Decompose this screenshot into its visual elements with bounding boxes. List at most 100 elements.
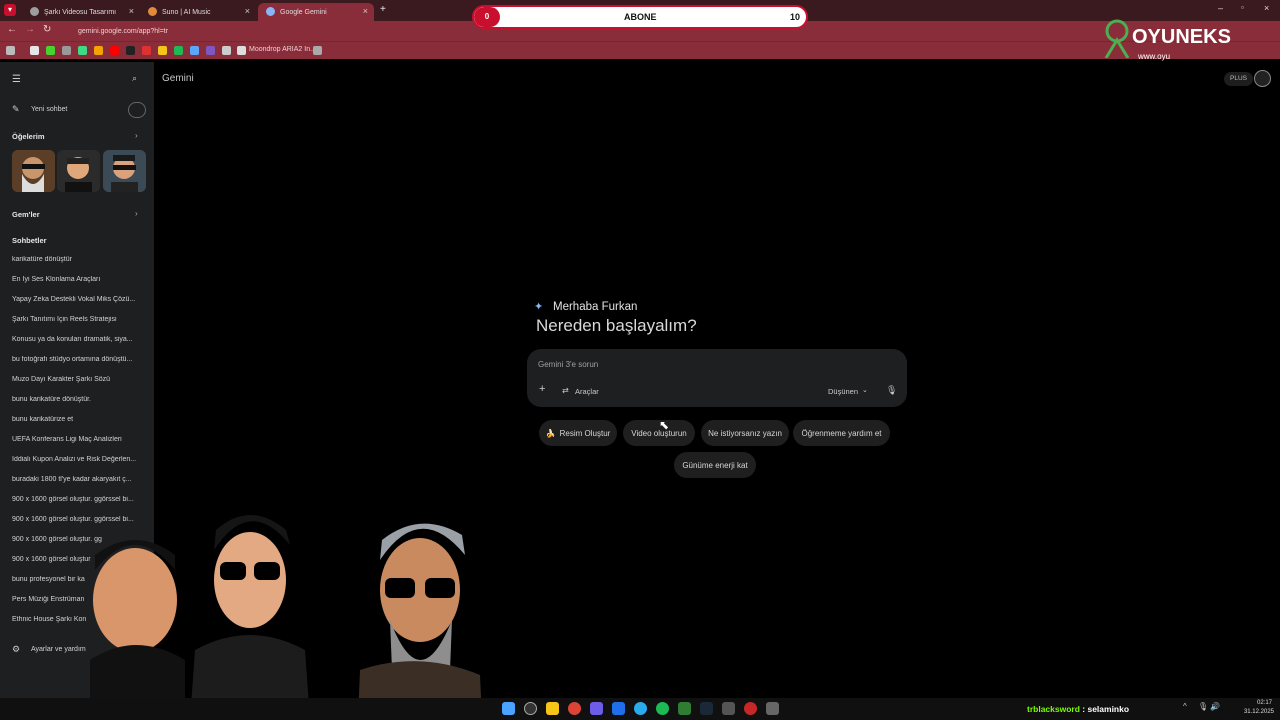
- bookmark-icon[interactable]: [222, 46, 231, 55]
- goal-target: 10: [790, 12, 801, 22]
- close-window-button[interactable]: ×: [1264, 3, 1269, 13]
- close-tab-icon[interactable]: ×: [363, 6, 368, 16]
- youtube-icon[interactable]: [110, 46, 119, 55]
- chat-history-item[interactable]: Konusu ya da konuları dramatik, siya...: [12, 336, 142, 343]
- bookmark-icon[interactable]: [206, 46, 215, 55]
- bookmark-moondrop[interactable]: Moondrop ARIA2 In...: [249, 46, 316, 53]
- bookmark-icon[interactable]: [142, 46, 151, 55]
- item-thumbnail[interactable]: [12, 150, 55, 192]
- chat-history-item[interactable]: Şarkı Tanıtımı İçin Reels Stratejisi: [12, 316, 142, 323]
- bookmark-icon[interactable]: [94, 46, 103, 55]
- bookmark-icon[interactable]: [174, 46, 183, 55]
- app-icon[interactable]: [766, 702, 779, 715]
- tab-suno[interactable]: Suno | AI Music ×: [140, 3, 256, 21]
- apps-icon[interactable]: [6, 46, 15, 55]
- maximize-button[interactable]: ▫: [1241, 3, 1244, 12]
- forward-icon[interactable]: →: [25, 24, 35, 35]
- telegram-icon[interactable]: [634, 702, 647, 715]
- chat-history-item[interactable]: En İyi Ses Klonlama Araçları: [12, 276, 142, 283]
- close-tab-icon[interactable]: ×: [129, 6, 134, 16]
- gems-header[interactable]: Gem'ler: [12, 210, 40, 219]
- chevron-down-icon[interactable]: ⌄: [862, 386, 868, 394]
- chat-history-item[interactable]: UEFA Konferans Ligi Maç Analizleri: [12, 436, 142, 443]
- tools-button[interactable]: Araçlar: [575, 387, 599, 396]
- discord-icon[interactable]: [590, 702, 603, 715]
- bookmark-icon[interactable]: [78, 46, 87, 55]
- mascot-icon: [1104, 19, 1130, 58]
- add-icon[interactable]: +: [539, 383, 545, 395]
- app-icon[interactable]: [612, 702, 625, 715]
- folder-icon[interactable]: [158, 46, 167, 55]
- caricature-image: [57, 150, 100, 192]
- mode-selector[interactable]: Düşünen: [828, 387, 858, 396]
- tray-chevron-icon[interactable]: ^: [1183, 702, 1187, 711]
- url-text: gemini.google.com/app?hl=tr: [78, 27, 169, 35]
- avatar[interactable]: [1254, 70, 1271, 87]
- bookmark-icon[interactable]: [313, 46, 322, 55]
- chat-history-item[interactable]: Yapay Zeka Destekli Vokal Miks Çözü...: [12, 296, 142, 303]
- chat-history-item[interactable]: buradaki 1800 tl'ye kadar akaryakıt ç...: [12, 476, 142, 483]
- chat-username: trblacksword: [1027, 704, 1080, 714]
- chrome-icon[interactable]: [568, 702, 581, 715]
- obs-icon[interactable]: [744, 702, 757, 715]
- bookmark-icon[interactable]: [62, 46, 71, 55]
- tab-sarki-videosu[interactable]: Şarkı Videosu Tasarımı ×: [22, 3, 140, 21]
- clock-date[interactable]: 31.12.2025: [1236, 709, 1274, 715]
- x-icon[interactable]: [126, 46, 135, 55]
- prompt-input[interactable]: Gemini 3'e sorun: [538, 360, 598, 369]
- clock-time[interactable]: 02:17: [1242, 700, 1272, 706]
- chat-history-item[interactable]: İddialı Kupon Analizi ve Risk Değerlen..…: [12, 456, 142, 463]
- app-icon[interactable]: [722, 702, 735, 715]
- chat-history-item[interactable]: bunu karikatüre dönüştür.: [12, 396, 142, 403]
- gmail-icon[interactable]: [30, 46, 39, 55]
- bookmark-icon[interactable]: [190, 46, 199, 55]
- search-icon[interactable]: ⌕: [132, 73, 137, 84]
- spotify-icon[interactable]: [656, 702, 669, 715]
- chevron-right-icon[interactable]: ›: [135, 131, 138, 140]
- close-tab-icon[interactable]: ×: [245, 6, 250, 16]
- brand-logo: OYUNEKS www.oyu: [1102, 18, 1252, 64]
- chevron-right-icon[interactable]: ›: [135, 209, 138, 218]
- minimize-button[interactable]: –: [1218, 3, 1223, 13]
- items-header[interactable]: Öğelerim: [12, 132, 45, 141]
- headline: Nereden başlayalım?: [536, 316, 697, 335]
- chat-history-item[interactable]: Muzo Dayı Karakter Şarkı Sözü: [12, 376, 142, 383]
- chip-label: Ne istiyorsanız yazın: [708, 428, 782, 438]
- moondrop-icon[interactable]: [237, 46, 246, 55]
- item-thumbnail[interactable]: [57, 150, 100, 192]
- tab-google-gemini[interactable]: Google Gemini ×: [258, 3, 374, 21]
- chat-history-item[interactable]: karikatüre dönüştür: [12, 256, 142, 263]
- new-tab-button[interactable]: +: [380, 4, 386, 15]
- file-explorer-icon[interactable]: [546, 702, 559, 715]
- chip-label: Öğrenmeme yardım et: [801, 428, 882, 438]
- caricature-image: [12, 150, 55, 192]
- tab-title: Şarkı Videosu Tasarımı: [44, 8, 117, 16]
- streamer-caricature-overlay: [90, 515, 482, 720]
- steam-icon[interactable]: [700, 702, 713, 715]
- new-chat-button[interactable]: Yeni sohbet: [31, 106, 67, 113]
- item-thumbnail[interactable]: [103, 150, 146, 192]
- chip-help-learn[interactable]: Öğrenmeme yardım et: [793, 420, 890, 446]
- gear-icon: ⚙: [12, 644, 21, 654]
- goal-current: 0: [478, 9, 496, 25]
- chip-energize-day[interactable]: Günüme enerji kat: [674, 452, 756, 478]
- brand-name: OYUNEKS: [1132, 26, 1231, 48]
- app-icon[interactable]: [678, 702, 691, 715]
- tab-search-button[interactable]: ▾: [4, 4, 16, 16]
- start-icon[interactable]: [502, 702, 515, 715]
- greeting: Merhaba Furkan: [553, 301, 638, 313]
- settings-help-button[interactable]: Ayarlar ve yardım: [31, 646, 86, 653]
- chat-history-item[interactable]: bunu karikatürize et: [12, 416, 142, 423]
- temporary-chat-icon[interactable]: [128, 102, 146, 118]
- tray-icons[interactable]: 🎙 🔊: [1198, 702, 1220, 711]
- tab-title: Suno | AI Music: [162, 8, 211, 16]
- chip-write-anything[interactable]: Ne istiyorsanız yazın: [701, 420, 789, 446]
- kick-icon[interactable]: [46, 46, 55, 55]
- chat-history-item[interactable]: bu fotoğrafı stüdyo ortamına dönüştü...: [12, 356, 142, 363]
- menu-icon[interactable]: ☰: [12, 74, 21, 85]
- reload-icon[interactable]: ↻: [43, 24, 51, 35]
- back-icon[interactable]: ←: [7, 24, 17, 35]
- microphone-icon[interactable]: 🎙: [886, 385, 897, 396]
- chip-create-image[interactable]: 🍌 Resim Oluştur: [539, 420, 617, 446]
- search-icon[interactable]: [524, 702, 537, 715]
